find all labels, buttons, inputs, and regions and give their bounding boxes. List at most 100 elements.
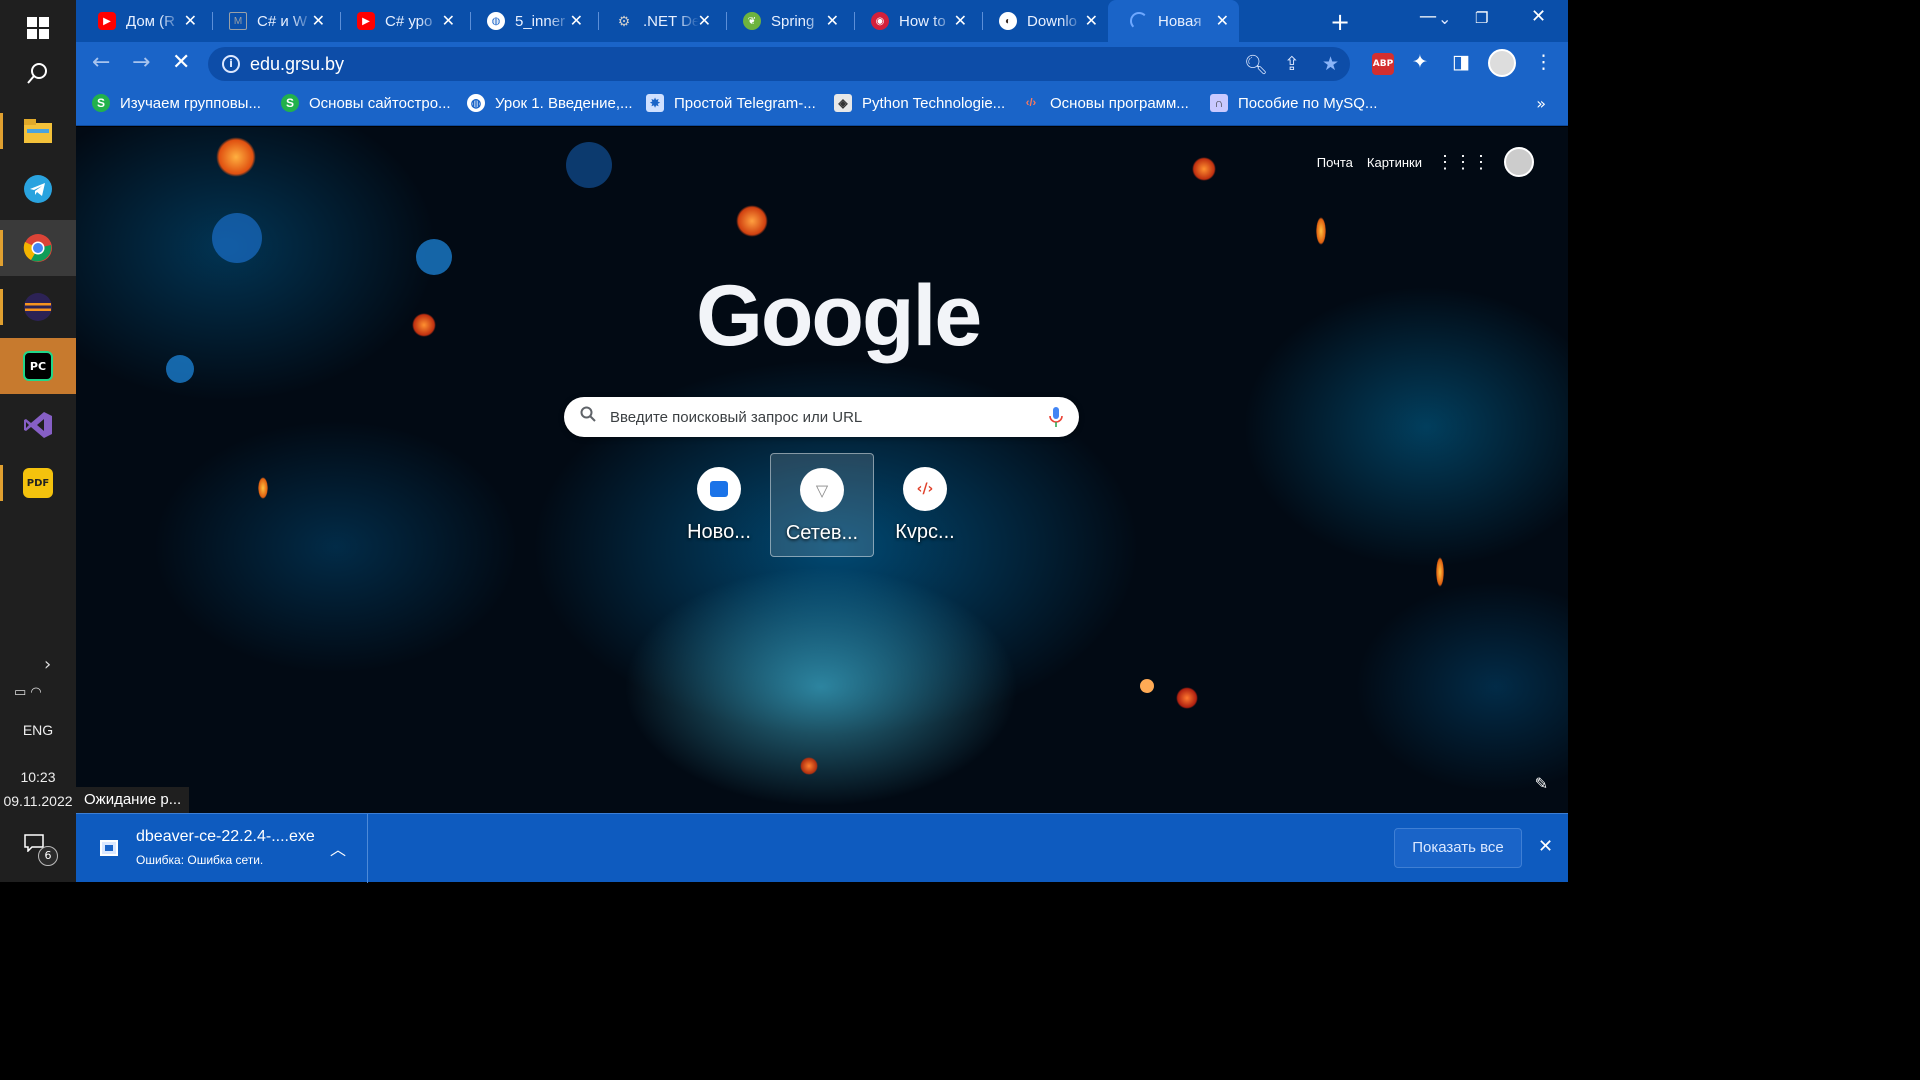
- chevron-right-icon[interactable]: ›: [44, 654, 51, 675]
- pycharm-icon: PC: [23, 351, 53, 381]
- bookmark-label: Простой Telegram-...: [674, 94, 816, 112]
- new-tab-page: Почта Картинки ⋮⋮⋮ Google Ново... ▽ Сете…: [76, 127, 1568, 813]
- close-icon[interactable]: ✕: [698, 11, 711, 31]
- ntp-top-links: Почта Картинки ⋮⋮⋮: [1317, 147, 1534, 177]
- window-close-button[interactable]: ✕: [1531, 6, 1546, 27]
- images-link[interactable]: Картинки: [1367, 155, 1422, 170]
- kebab-menu-icon[interactable]: ⋮: [1534, 51, 1553, 73]
- background-bokeh: [1436, 557, 1444, 587]
- download-item[interactable]: dbeaver-ce-22.2.4-....exe Ошибка: Ошибка…: [76, 814, 368, 883]
- download-shelf: dbeaver-ce-22.2.4-....exe Ошибка: Ошибка…: [76, 813, 1568, 883]
- address-bar[interactable]: i edu.grsu.by 🔍︎ ⇪ ★: [208, 47, 1350, 81]
- taskbar-pdf-reader[interactable]: PDF: [0, 455, 76, 511]
- clock-time[interactable]: 10:23: [0, 769, 76, 785]
- minimize-button[interactable]: —: [1419, 6, 1437, 27]
- search-input[interactable]: [610, 397, 1030, 437]
- shortcut-label: Ново...: [687, 521, 751, 543]
- windows-start-icon: [27, 17, 49, 39]
- tab-2[interactable]: ▶ C# уро ✕: [335, 0, 465, 42]
- back-button[interactable]: ←: [92, 50, 110, 75]
- youtube-icon: ▶: [98, 12, 116, 30]
- stop-loading-button[interactable]: ✕: [172, 50, 190, 75]
- tab-title: C# уро: [385, 12, 433, 30]
- bookmark-6[interactable]: ∩ Пособие по MySQ...: [1210, 94, 1377, 112]
- howto-icon: ◉: [871, 12, 889, 30]
- tab-search-chevron-icon[interactable]: ⌄: [1438, 9, 1451, 28]
- shortcut-tile-1[interactable]: ▽ Сетев...: [770, 453, 874, 557]
- gmail-icon: M: [229, 12, 247, 30]
- tab-6[interactable]: ◉ How to ✕: [849, 0, 977, 42]
- close-icon[interactable]: ✕: [1216, 11, 1229, 31]
- notification-center-button[interactable]: 6: [24, 834, 58, 866]
- close-icon[interactable]: ✕: [312, 11, 325, 31]
- mysql-icon: ∩: [1210, 94, 1228, 112]
- stepik-icon: S: [92, 94, 110, 112]
- tab-4[interactable]: ⚙ .NET De ✕: [593, 0, 721, 42]
- new-tab-button[interactable]: +: [1330, 8, 1350, 36]
- close-download-shelf-icon[interactable]: ✕: [1538, 836, 1553, 857]
- taskbar-telegram[interactable]: [0, 161, 76, 217]
- bookmark-0[interactable]: S Изучаем групповы...: [92, 94, 261, 112]
- customize-pencil-icon[interactable]: ✎: [1535, 774, 1548, 793]
- close-icon[interactable]: ✕: [1085, 11, 1098, 31]
- adblock-extension-icon[interactable]: ABP: [1372, 53, 1394, 75]
- tab-7[interactable]: ◐ Downlo ✕: [977, 0, 1108, 42]
- background-bokeh: [216, 137, 256, 177]
- mail-link[interactable]: Почта: [1317, 155, 1353, 170]
- shortcut-label: Сетев...: [785, 522, 859, 544]
- share-icon[interactable]: ⇪: [1284, 53, 1300, 75]
- tab-title: Новая: [1158, 12, 1202, 30]
- restore-button[interactable]: ❐: [1475, 9, 1488, 27]
- background-bokeh: [258, 477, 268, 499]
- bookmark-star-icon[interactable]: ★: [1322, 53, 1339, 75]
- ntp-profile-avatar[interactable]: [1504, 147, 1534, 177]
- profile-avatar[interactable]: [1488, 49, 1516, 77]
- close-icon[interactable]: ✕: [184, 11, 197, 31]
- url-text[interactable]: edu.grsu.by: [250, 54, 344, 75]
- bookmark-2[interactable]: ◍ Урок 1. Введение,...: [467, 94, 633, 112]
- forward-button[interactable]: →: [132, 50, 150, 75]
- battery-wifi-icon[interactable]: ▭ ◠: [14, 685, 42, 700]
- taskbar-pycharm[interactable]: PC: [0, 338, 76, 394]
- taskbar-chrome[interactable]: [0, 220, 76, 276]
- tab-title: C# и W: [257, 12, 308, 30]
- notification-count-badge: 6: [38, 846, 58, 866]
- taskbar-visual-studio[interactable]: [0, 397, 76, 453]
- stepik-icon: S: [281, 94, 299, 112]
- bookmark-3[interactable]: ✸ Простой Telegram-...: [646, 94, 816, 112]
- bookmarks-bar: S Изучаем групповы... S Основы сайтостро…: [76, 86, 1568, 126]
- clock-date[interactable]: 09.11.2022: [0, 793, 76, 809]
- visual-studio-icon: [24, 412, 52, 438]
- bookmark-1[interactable]: S Основы сайтостро...: [281, 94, 451, 112]
- pdf-reader-icon: PDF: [23, 468, 53, 498]
- microphone-icon[interactable]: [1049, 407, 1063, 427]
- show-all-downloads-button[interactable]: Показать все: [1394, 828, 1522, 868]
- taskbar-file-explorer[interactable]: [0, 103, 76, 159]
- tab-8-active[interactable]: Новая ✕: [1108, 0, 1239, 42]
- language-indicator[interactable]: ENG: [0, 722, 76, 738]
- close-icon[interactable]: ✕: [826, 11, 839, 31]
- tab-3[interactable]: ◍ 5_inner ✕: [465, 0, 593, 42]
- tab-0[interactable]: ▶ Дом (R ✕: [76, 0, 207, 42]
- bookmarks-overflow-chevron-icon[interactable]: »: [1536, 94, 1546, 113]
- bookmark-4[interactable]: ◈ Python Technologie...: [834, 94, 1005, 112]
- chevron-up-icon[interactable]: ︿: [330, 836, 346, 860]
- close-icon[interactable]: ✕: [442, 11, 455, 31]
- tab-1[interactable]: M C# и W ✕: [207, 0, 335, 42]
- close-icon[interactable]: ✕: [570, 11, 583, 31]
- site-info-icon[interactable]: i: [222, 55, 240, 73]
- bookmark-5[interactable]: ‹/› Основы программ...: [1022, 94, 1189, 112]
- tab-5[interactable]: ❦ Spring ✕: [721, 0, 849, 42]
- taskbar-eclipse[interactable]: [0, 279, 76, 335]
- extensions-puzzle-icon[interactable]: ✦: [1412, 51, 1428, 73]
- zoom-icon[interactable]: 🔍︎: [1244, 53, 1268, 76]
- google-apps-icon[interactable]: ⋮⋮⋮: [1436, 152, 1490, 173]
- shortcut-tile-2[interactable]: ‹/› Кvрс...: [873, 453, 977, 557]
- close-icon[interactable]: ✕: [954, 11, 967, 31]
- taskbar-search-button[interactable]: [0, 45, 76, 101]
- eclipse-icon: [24, 293, 52, 321]
- ntp-search-box[interactable]: [564, 397, 1079, 437]
- shortcut-tile-0[interactable]: Ново...: [667, 453, 771, 557]
- side-panel-icon[interactable]: ◨: [1452, 51, 1470, 73]
- tab-strip: ▶ Дом (R ✕ M C# и W ✕ ▶ C# уро ✕ ◍ 5_inn…: [76, 0, 1568, 42]
